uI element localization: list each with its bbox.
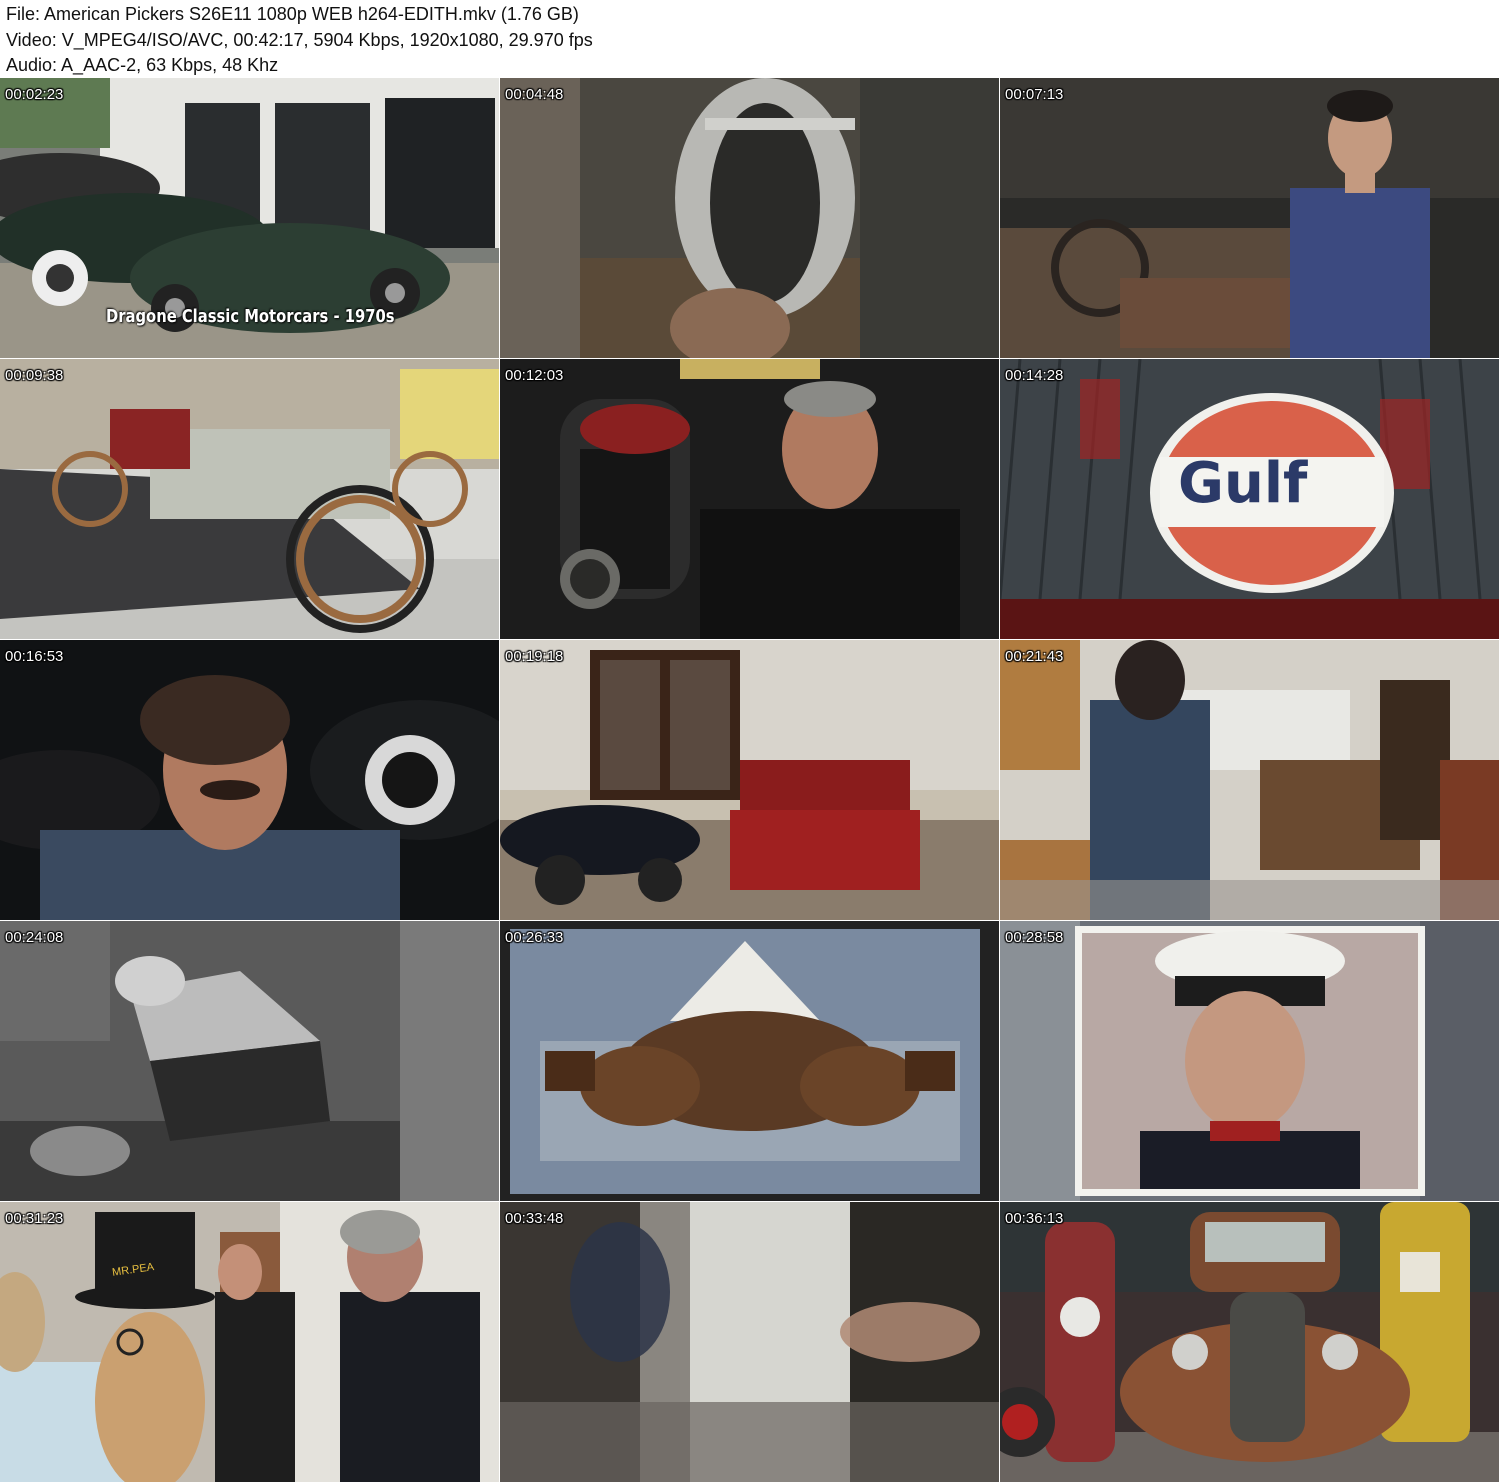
thumbnail-14[interactable]: 00:33:48 — [500, 1202, 999, 1482]
thumbnail-11[interactable]: 00:26:33 — [500, 921, 999, 1201]
gulf-sign-text: Gulf — [1178, 451, 1308, 516]
timestamp-label: 00:31:23 — [5, 1210, 64, 1227]
thumbnail-7[interactable]: 00:16:53 — [0, 640, 499, 920]
thumbnail-13[interactable]: MR.PEA 00:31:23 — [0, 1202, 499, 1482]
timestamp-label: 00:04:48 — [505, 86, 564, 103]
thumbnail-8[interactable]: 00:19:18 — [500, 640, 999, 920]
timestamp-label: 00:07:13 — [1005, 86, 1064, 103]
thumbnail-2[interactable]: 00:04:48 — [500, 78, 999, 358]
thumbnail-3[interactable]: 00:07:13 — [1000, 78, 1499, 358]
timestamp-label: 00:02:23 — [5, 86, 64, 103]
interview-mustache-man-scene — [0, 640, 499, 920]
timestamp-label: 00:36:13 — [1005, 1210, 1064, 1227]
chrome-ornament-scene — [500, 78, 999, 358]
file-info-header: File: American Pickers S26E11 1080p WEB … — [0, 0, 1500, 78]
scene-caption: Dragone Classic Motorcars - 1970s — [106, 306, 395, 327]
timestamp-label: 00:24:08 — [5, 929, 64, 946]
file-info-line: File: American Pickers S26E11 1080p WEB … — [6, 4, 579, 24]
thumbnail-12[interactable]: 00:28:58 — [1000, 921, 1499, 1201]
thumbnail-1[interactable]: 00:02:23 Dragone Classic Motorcars - 197… — [0, 78, 499, 358]
rusty-car-man-scene — [1000, 78, 1499, 358]
collection-room-scene — [500, 640, 999, 920]
thumbnail-6[interactable]: Gulf 00:14:28 — [1000, 359, 1499, 639]
interview-man-grille-scene — [500, 359, 999, 639]
mr-peanut-scene — [0, 1202, 499, 1482]
timestamp-label: 00:19:18 — [505, 648, 564, 665]
timestamp-label: 00:21:43 — [1005, 648, 1064, 665]
cluttered-room-scene — [1000, 640, 1499, 920]
video-info-line: Video: V_MPEG4/ISO/AVC, 00:42:17, 5904 K… — [6, 30, 593, 50]
motion-blur-hallway-scene — [500, 1202, 999, 1482]
timestamp-label: 00:14:28 — [1005, 367, 1064, 384]
timestamp-label: 00:16:53 — [5, 648, 64, 665]
antique-racecar-scene — [0, 359, 499, 639]
bw-film-still-scene — [0, 921, 499, 1201]
thumbnail-grid: 00:02:23 Dragone Classic Motorcars - 197… — [0, 78, 1500, 1483]
marine-portrait-scene — [1000, 921, 1499, 1201]
timestamp-label: 00:28:58 — [1005, 929, 1064, 946]
thumbnail-15[interactable]: 00:36:13 — [1000, 1202, 1499, 1482]
thumbnail-5[interactable]: 00:12:03 — [500, 359, 999, 639]
timestamp-label: 00:33:48 — [505, 1210, 564, 1227]
thumbnail-4[interactable]: 00:09:38 — [0, 359, 499, 639]
timestamp-label: 00:12:03 — [505, 367, 564, 384]
rusty-truck-pumps-scene — [1000, 1202, 1499, 1482]
thumbnail-10[interactable]: 00:24:08 — [0, 921, 499, 1201]
timestamp-label: 00:26:33 — [505, 929, 564, 946]
vintage-poster-scene — [500, 921, 999, 1201]
thumbnail-9[interactable]: 00:21:43 — [1000, 640, 1499, 920]
timestamp-label: 00:09:38 — [5, 367, 64, 384]
audio-info-line: Audio: A_AAC-2, 63 Kbps, 48 Khz — [6, 55, 279, 75]
